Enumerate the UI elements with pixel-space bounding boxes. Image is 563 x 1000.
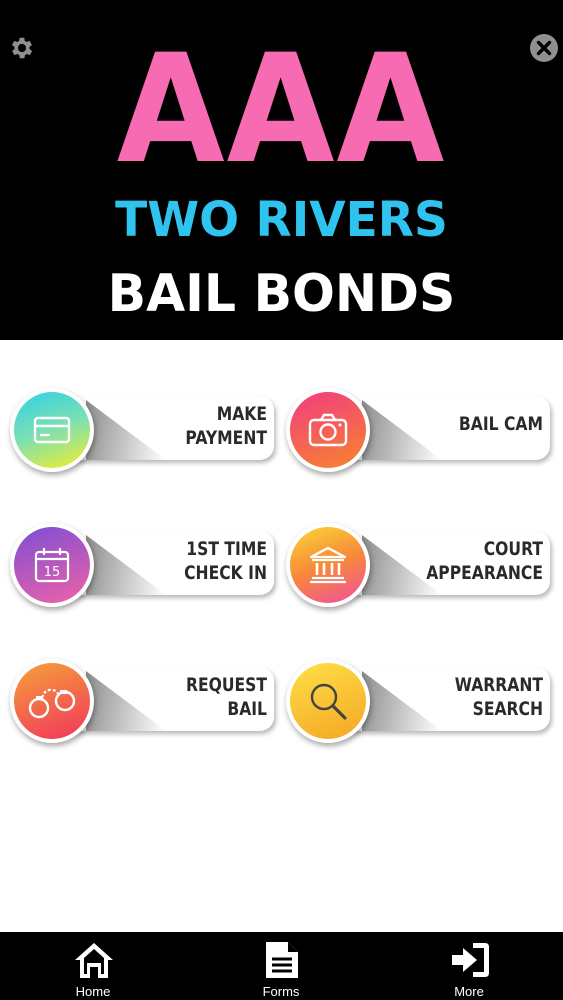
tile-label-line1: MAKE — [216, 403, 267, 425]
courthouse-icon — [309, 546, 347, 584]
bottom-tab-bar: Home Forms More — [0, 932, 563, 1000]
document-icon — [266, 942, 298, 978]
tile-label-line2: SEARCH — [472, 698, 543, 720]
warrant-search-button[interactable]: WARRANT SEARCH — [278, 659, 550, 745]
camera-icon — [308, 413, 348, 447]
calendar-icon: 15 — [34, 548, 70, 583]
tile-ring — [10, 659, 94, 743]
handcuffs-icon — [28, 688, 76, 719]
logo-bail-bonds: BAIL BONDS — [107, 264, 456, 324]
header-banner: AAA TWO RIVERS BAIL BONDS — [0, 0, 563, 340]
tile-icon-circle — [290, 527, 366, 603]
tile-icon-circle — [14, 392, 90, 468]
tab-home[interactable]: Home — [33, 932, 153, 1000]
tab-home-label: Home — [75, 984, 111, 999]
tile-label: BAIL CAM — [420, 412, 543, 436]
home-icon — [75, 943, 113, 978]
calendar-day-text: 15 — [44, 565, 61, 580]
tile-label-line2: PAYMENT — [185, 427, 267, 449]
tile-icon-circle — [290, 663, 366, 739]
tile-label-line1: BAIL CAM — [458, 413, 543, 435]
tab-forms[interactable]: Forms — [221, 932, 341, 1000]
tile-label-line1: COURT — [483, 538, 543, 560]
court-appearance-button[interactable]: COURT APPEARANCE — [278, 523, 550, 609]
tab-forms-label: Forms — [262, 984, 300, 999]
tile-label: 1ST TIME CHECK IN — [144, 537, 267, 585]
tile-label: WARRANT SEARCH — [420, 673, 543, 721]
tile-label-line2: CHECK IN — [184, 562, 267, 584]
tile-ring: 15 — [10, 523, 94, 607]
tile-label: MAKE PAYMENT — [144, 402, 267, 450]
tile-ring — [286, 523, 370, 607]
tab-more[interactable]: More — [409, 932, 529, 1000]
magnifier-icon — [310, 683, 347, 720]
make-payment-button[interactable]: MAKE PAYMENT — [2, 388, 274, 474]
request-bail-button[interactable]: REQUEST BAIL — [2, 659, 274, 745]
tile-label: REQUEST BAIL — [144, 673, 267, 721]
tile-icon-circle: 15 — [14, 527, 90, 603]
sign-in-icon — [452, 943, 489, 977]
tab-more-label: More — [454, 984, 484, 999]
tile-ring — [286, 388, 370, 472]
bail-cam-button[interactable]: BAIL CAM — [278, 388, 550, 474]
tile-label-line1: 1ST TIME — [186, 538, 267, 560]
tile-label-line1: REQUEST — [185, 674, 267, 696]
tile-ring — [10, 388, 94, 472]
tile-ring — [286, 659, 370, 743]
logo-two-rivers: TWO RIVERS — [115, 192, 448, 248]
tile-icon-circle — [290, 392, 366, 468]
logo-aaa: AAA — [116, 23, 447, 197]
tile-icon-circle — [14, 663, 90, 739]
credit-card-icon — [33, 416, 71, 444]
tile-label-line2: BAIL — [227, 698, 267, 720]
tile-label-line2: APPEARANCE — [426, 562, 543, 584]
tile-label: COURT APPEARANCE — [420, 537, 543, 585]
first-time-check-in-button[interactable]: 15 1ST TIME CHECK IN — [2, 523, 274, 609]
tile-label-line1: WARRANT — [454, 674, 543, 696]
